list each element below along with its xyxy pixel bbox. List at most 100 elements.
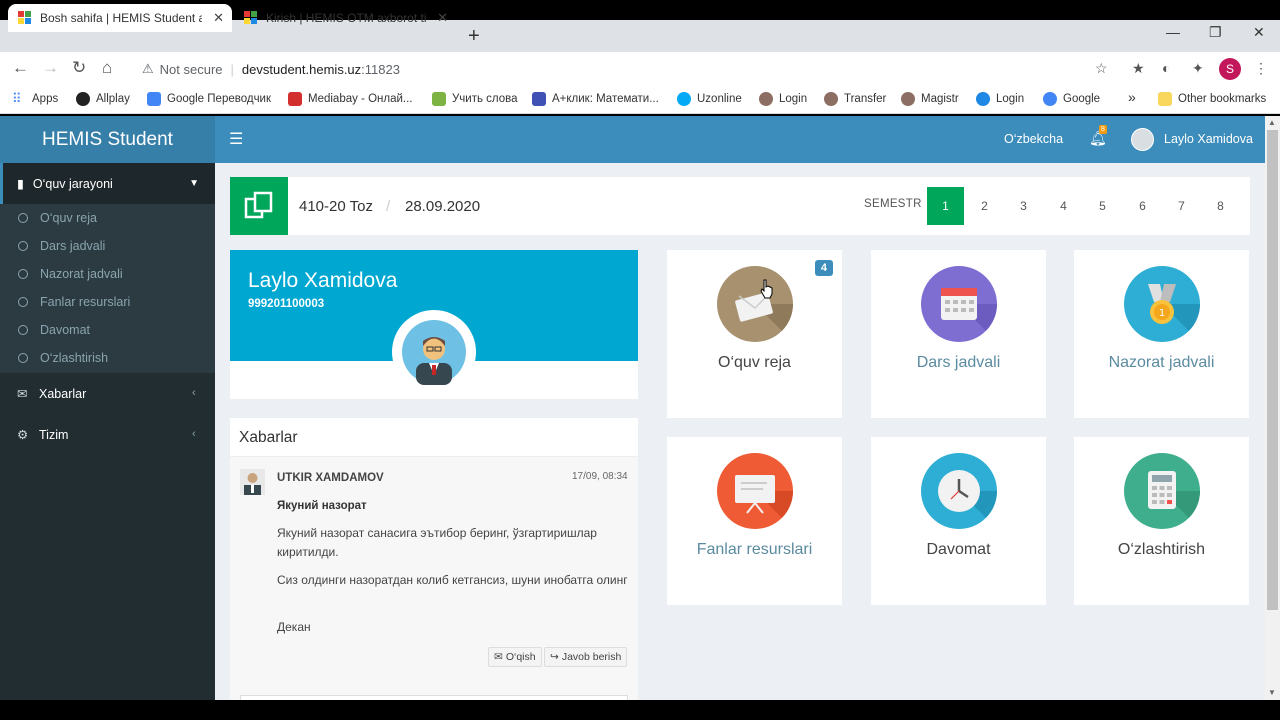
bookmark-google[interactable]: Google	[1043, 92, 1100, 106]
bookmark-label: Учить слова	[452, 93, 518, 105]
window-close-button[interactable]: ✕	[1253, 24, 1265, 41]
tab-hemis-student[interactable]: Bosh sahifa | HEMIS Student axborot tizi…	[8, 4, 232, 32]
language-switcher[interactable]: O‘zbekcha	[1004, 132, 1063, 146]
minimize-button[interactable]: —	[1166, 24, 1180, 40]
forward-arrow-icon[interactable]: →	[42, 58, 59, 78]
new-tab-button[interactable]: +	[468, 25, 480, 48]
address-bar[interactable]: ⚠ Not secure | devstudent.hemis.uz :1182…	[132, 56, 1122, 82]
message-paragraph: Сиз олдинги назоратдан колиб кетгансиз, …	[277, 573, 628, 587]
extension-star-icon[interactable]: ★	[1132, 60, 1145, 77]
tab-close-icon[interactable]: ✕	[437, 10, 448, 26]
home-icon[interactable]: ⌂	[102, 58, 112, 78]
leaf-icon	[432, 92, 446, 106]
sidebar-item-xabarlar[interactable]: ✉ Xabarlar	[17, 386, 87, 402]
scroll-up-icon[interactable]: ▲	[1268, 118, 1276, 127]
star-icon[interactable]: ☆	[1095, 60, 1108, 77]
submenu-item-davomat[interactable]: Davomat	[18, 323, 90, 337]
scroll-down-icon[interactable]: ▼	[1268, 688, 1276, 697]
puzzle-icon[interactable]: ✦	[1192, 60, 1204, 77]
count-badge: 4	[814, 260, 833, 276]
bookmark-login-2[interactable]: Login	[976, 92, 1024, 106]
tile-dars-jadvali[interactable]: Dars jadvali	[871, 250, 1046, 418]
bookmark-apps[interactable]: ⠿ Apps	[12, 92, 58, 106]
svg-text:1: 1	[1159, 308, 1165, 319]
menu-dots-icon[interactable]: ⋮	[1254, 60, 1268, 77]
gear-icon: ⚙	[17, 428, 29, 442]
sidebar-item-label: Xabarlar	[39, 386, 87, 401]
semester-button-7[interactable]: 7	[1163, 187, 1200, 225]
reply-button[interactable]: ↪ Javob berish	[544, 647, 628, 667]
profile-avatar[interactable]: S	[1219, 58, 1241, 80]
medal-icon: 1	[1124, 266, 1200, 342]
submenu-item-ozlashtirish[interactable]: O‘zlashtirish	[18, 351, 108, 365]
chevron-left-icon: ‹	[192, 387, 196, 399]
tab-close-icon[interactable]: ✕	[213, 10, 224, 26]
circle-icon	[18, 241, 28, 251]
semester-button-6[interactable]: 6	[1124, 187, 1161, 225]
tile-fanlar-resurslari[interactable]: Fanlar resurslari	[667, 437, 842, 605]
back-arrow-icon[interactable]: ←	[12, 58, 29, 78]
submenu-item-fanlar-resurslari[interactable]: Fanlar resurslari	[18, 295, 130, 309]
tab-hemis-otm[interactable]: Kirish | HEMIS OTM axborot tizimi ✕	[234, 4, 456, 32]
profile-name: Laylo Xamidova	[248, 269, 398, 292]
user-avatar[interactable]	[1131, 128, 1154, 151]
browser-window: Bosh sahifa | HEMIS Student axborot tizi…	[0, 0, 1280, 720]
read-button[interactable]: ✉ O‘qish	[488, 647, 542, 667]
brand-logo[interactable]: HEMIS Student	[0, 116, 215, 163]
bookmark-login[interactable]: Login	[759, 92, 807, 106]
sidebar-item-tizim[interactable]: ⚙ Tizim	[17, 427, 69, 443]
submenu-item-nazorat-jadvali[interactable]: Nazorat jadvali	[18, 267, 123, 281]
bookmark-uzonline[interactable]: Uzonline	[677, 92, 742, 106]
bookmark-magistr[interactable]: Magistr	[901, 92, 959, 106]
security-label[interactable]: Not secure	[160, 62, 223, 77]
hamburger-icon[interactable]: ☰	[229, 129, 243, 149]
news-panel: Xabarlar UTKIR XAMDAMOV 17/09, 08:34 Яку…	[230, 418, 638, 700]
sidebar-item-oquv-jarayoni[interactable]: ▮ O‘quv jarayoni ▼	[0, 163, 215, 204]
warning-icon[interactable]: ⚠	[142, 61, 154, 77]
calendar-icon	[921, 266, 997, 342]
bookmark-label: Other bookmarks	[1178, 93, 1267, 105]
submenu-item-oquv-reja[interactable]: O‘quv reja	[18, 211, 97, 225]
profile-id: 999201100003	[248, 298, 325, 310]
bookmark-google-translate[interactable]: Google Переводчик	[147, 92, 271, 106]
extension-circle-icon[interactable]: ◐	[1162, 60, 1170, 76]
bookmark-label: Magistr	[921, 93, 959, 105]
sender-avatar	[240, 469, 265, 495]
tile-nazorat-jadvali[interactable]: 1 Nazorat jadvali	[1074, 250, 1249, 418]
submenu-label: Davomat	[40, 323, 91, 337]
hemis-favicon-icon	[244, 11, 258, 25]
semester-button-4[interactable]: 4	[1045, 187, 1082, 225]
tile-davomat[interactable]: Davomat	[871, 437, 1046, 605]
tile-ozlashtirish[interactable]: O‘zlashtirish	[1074, 437, 1249, 605]
reload-icon[interactable]: ↻	[72, 58, 86, 78]
semester-button-3[interactable]: 3	[1005, 187, 1042, 225]
other-bookmarks[interactable]: Other bookmarks	[1158, 92, 1266, 106]
bookmark-allplay[interactable]: Allplay	[76, 92, 130, 106]
translate-icon	[147, 92, 161, 106]
bookmarks-overflow-button[interactable]: »	[1128, 89, 1136, 105]
bookmark-label: A+клик: Математи...	[552, 93, 659, 105]
bookmark-uchit-slova[interactable]: Учить слова	[432, 92, 518, 106]
sidebar-item-label: Tizim	[39, 427, 69, 442]
semester-button-1[interactable]: 1	[927, 187, 964, 225]
bookmark-label: Google Переводчик	[167, 93, 272, 105]
tile-label: Fanlar resurslari	[696, 541, 813, 558]
envelope-icon: ✉	[17, 387, 28, 401]
semester-button-2[interactable]: 2	[966, 187, 1003, 225]
hand-cursor-icon	[760, 279, 773, 299]
page-scrollbar[interactable]: ▲ ▼	[1265, 116, 1280, 700]
restore-button[interactable]: ❐	[1209, 24, 1222, 41]
bookmark-mediabay[interactable]: Mediabay - Онлай...	[288, 92, 413, 106]
bookmark-transfer[interactable]: Transfer	[824, 92, 886, 106]
scrollbar-thumb[interactable]	[1267, 130, 1278, 610]
submenu-item-dars-jadvali[interactable]: Dars jadvali	[18, 239, 105, 253]
circle-icon	[18, 213, 28, 223]
button-label: O‘qish	[505, 651, 536, 663]
bookmark-aklik[interactable]: A+клик: Математи...	[532, 92, 659, 106]
book-icon: ▮	[17, 177, 24, 191]
semester-button-8[interactable]: 8	[1202, 187, 1239, 225]
tile-oquv-reja[interactable]: 4 O‘quv reja	[667, 250, 842, 418]
user-name[interactable]: Laylo Xamidova	[1164, 132, 1253, 146]
semester-button-5[interactable]: 5	[1084, 187, 1121, 225]
chevron-left-icon: ‹	[192, 428, 196, 440]
